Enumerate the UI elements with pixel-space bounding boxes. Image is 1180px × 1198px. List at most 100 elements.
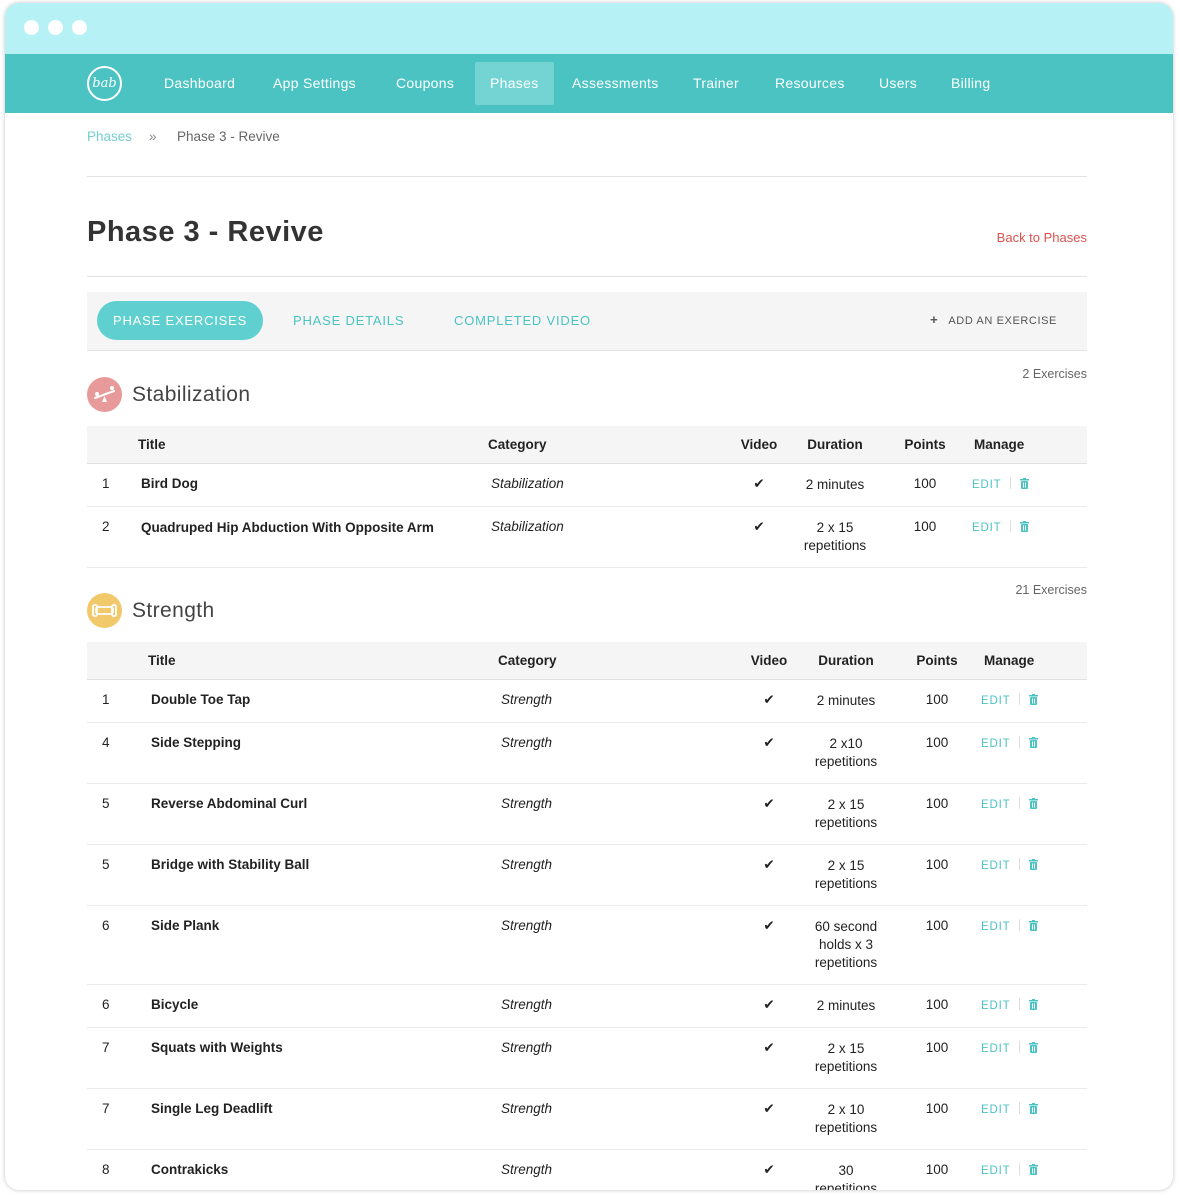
manage-actions: EDIT [972,905,1087,984]
table-row[interactable]: 1 Double Toe Tap Strength ✔ 2 minutes 100 EDIT [87,679,1087,722]
table-row[interactable]: 6 Bicycle Strength ✔ 2 minutes 100 EDIT [87,984,1087,1027]
column-header-points[interactable]: Points [890,426,960,463]
exercise-title: Contrakicks [151,1161,229,1177]
column-header-title[interactable]: Title [138,426,488,463]
table-row[interactable]: 2 Quadruped Hip Abduction With Opposite … [87,506,1087,567]
window-control-maximize[interactable] [72,20,87,35]
edit-button[interactable]: EDIT [981,921,1010,933]
exercise-category: Strength [501,1100,553,1116]
divider [1019,796,1021,809]
seesaw-icon [87,377,122,412]
breadcrumb-link-phases[interactable]: Phases [87,129,132,144]
column-header-category[interactable]: Category [488,426,738,463]
column-header-video[interactable]: Video [738,426,780,463]
checkmark-icon: ✔ [763,917,775,933]
column-header-duration[interactable]: Duration [780,426,890,463]
table-row[interactable]: 5 Bridge with Stability Ball Strength ✔ 2 x … [87,844,1087,905]
trash-icon[interactable] [1029,1163,1039,1178]
nav-item-phases[interactable]: Phases [475,62,554,105]
exercise-category: Strength [501,795,553,811]
exercise-duration: 2 x 15 repetitions [814,1040,878,1074]
trash-icon[interactable] [1029,919,1039,934]
window-control-minimize[interactable] [48,20,63,35]
column-header-number [87,642,148,679]
edit-button[interactable]: EDIT [972,522,1001,534]
nav-item-coupons[interactable]: Coupons [396,54,454,113]
edit-button[interactable]: EDIT [972,479,1001,491]
nav-item-resources[interactable]: Resources [775,54,845,113]
breadcrumb-current: Phase 3 - Revive [177,129,280,144]
manage-actions: EDIT [972,1088,1087,1149]
exercise-duration: 2 x 15 repetitions [814,857,878,891]
column-header-category[interactable]: Category [498,642,748,679]
trash-icon[interactable] [1029,693,1039,708]
exercise-category: Strength [501,1161,553,1177]
nav-item-dashboard[interactable]: Dashboard [164,54,235,113]
row-number: 7 [102,1100,110,1116]
edit-button[interactable]: EDIT [981,1000,1010,1012]
trash-icon[interactable] [1029,736,1039,751]
divider [1019,735,1021,748]
edit-button[interactable]: EDIT [981,695,1010,707]
table-row[interactable]: 4 Side Stepping Strength ✔ 2 x10 repetitions… [87,722,1087,783]
table-row[interactable]: 1 Bird Dog Stabilization ✔ 2 minutes 100… [87,463,1087,506]
table-row[interactable]: 6 Side Plank Strength ✔ 60 second holds x 3 … [87,905,1087,984]
edit-button[interactable]: EDIT [981,1043,1010,1055]
section-header-strength: Strength 21 Exercises [87,583,1087,633]
trash-icon[interactable] [1029,1041,1039,1056]
trash-icon[interactable] [1029,858,1039,873]
table-row[interactable]: 7 Single Leg Deadlift Strength ✔ 2 x 10 repe… [87,1088,1087,1149]
nav-item-assessments[interactable]: Assessments [572,54,659,113]
row-number: 6 [102,917,110,933]
exercise-table-stabilization: Title Category Video Duration Points Man… [87,426,1087,568]
column-header-duration[interactable]: Duration [790,642,902,679]
tab-phase-exercises[interactable]: PHASE EXERCISES [97,301,264,340]
exercise-points: 100 [913,475,937,491]
row-number: 7 [102,1039,110,1055]
nav-item-app-settings[interactable]: App Settings [273,54,356,113]
edit-button[interactable]: EDIT [981,1165,1010,1177]
table-row[interactable]: 7 Squats with Weights Strength ✔ 2 x 15 repe… [87,1027,1087,1088]
exercise-points: 100 [925,795,949,811]
column-header-points[interactable]: Points [902,642,972,679]
window-control-close[interactable] [24,20,39,35]
trash-icon[interactable] [1020,520,1030,535]
exercise-count: 21 Exercises [1015,583,1087,597]
column-header-manage: Manage [984,652,1035,668]
exercise-points: 100 [913,518,937,534]
checkmark-icon: ✔ [753,518,765,534]
table-row[interactable]: 5 Reverse Abdominal Curl Strength ✔ 2 x 15 r… [87,783,1087,844]
tab-phase-details[interactable]: PHASE DETAILS [293,301,404,340]
nav-item-trainer[interactable]: Trainer [693,54,739,113]
manage-actions: EDIT [972,1149,1087,1190]
trash-icon[interactable] [1020,477,1030,492]
exercise-title: Bridge with Stability Ball [151,856,310,872]
column-header-title[interactable]: Title [148,642,498,679]
tab-completed-video[interactable]: COMPLETED VIDEO [454,301,591,340]
edit-button[interactable]: EDIT [981,799,1010,811]
top-navbar: bab Dashboard App Settings Coupons Phase… [5,54,1173,113]
nav-item-billing[interactable]: Billing [951,54,990,113]
trash-icon[interactable] [1029,797,1039,812]
trash-icon[interactable] [1029,1102,1039,1117]
exercise-points: 100 [925,691,949,707]
trash-icon[interactable] [1029,998,1039,1013]
manage-actions: EDIT [972,1027,1087,1088]
edit-button[interactable]: EDIT [981,738,1010,750]
section-title: Strength [132,599,215,622]
nav-item-users[interactable]: Users [879,54,917,113]
column-header-video[interactable]: Video [748,642,790,679]
edit-button[interactable]: EDIT [981,860,1010,872]
add-exercise-label: ADD AN EXERCISE [948,315,1057,327]
exercise-title: Bicycle [151,996,199,1012]
back-to-phases-link[interactable]: Back to Phases [997,230,1087,245]
table-row[interactable]: 8 Contrakicks Strength ✔ 30 repetitions 100 ED… [87,1149,1087,1190]
column-header-manage: Manage [974,436,1025,452]
app-logo[interactable]: bab [87,66,122,101]
exercise-title: Reverse Abdominal Curl [151,795,308,811]
divider [1019,1162,1021,1175]
edit-button[interactable]: EDIT [981,1104,1010,1116]
column-header-number [87,426,138,463]
divider [1019,997,1021,1010]
add-exercise-button[interactable]: + ADD AN EXERCISE [930,312,1057,327]
